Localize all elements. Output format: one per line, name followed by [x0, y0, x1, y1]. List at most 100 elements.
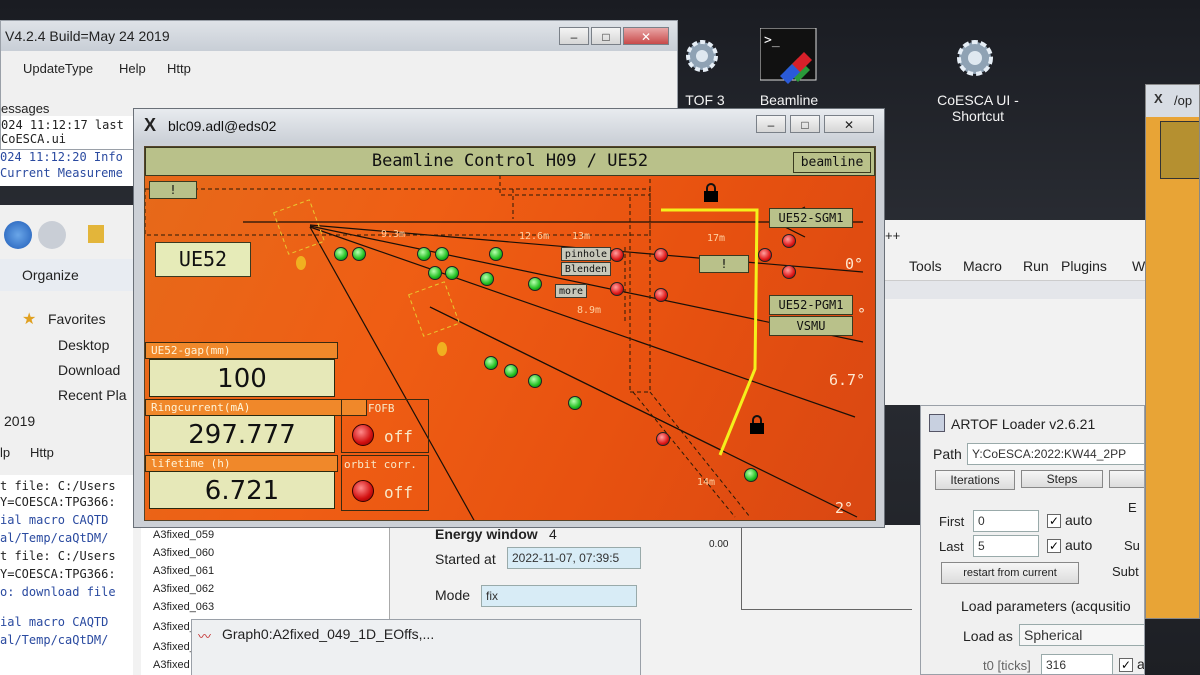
green-status-led[interactable]	[568, 396, 582, 410]
green-status-led[interactable]	[489, 247, 503, 261]
lock-icon[interactable]	[749, 415, 765, 435]
list-item[interactable]: A3fixed	[153, 659, 190, 671]
terminal-icon[interactable]: >_	[759, 27, 820, 88]
red-status-led[interactable]	[656, 432, 670, 446]
red-status-led[interactable]	[610, 282, 624, 296]
mode-field[interactable]: fix	[481, 585, 637, 607]
sgm1-button[interactable]: UE52-SGM1	[769, 208, 853, 228]
nav-downloads[interactable]: Download	[58, 362, 120, 378]
menu-help[interactable]: Help	[119, 61, 146, 76]
menu-plugins[interactable]: Plugins	[1061, 258, 1107, 274]
gap-label: UE52-gap(mm)	[151, 344, 231, 357]
menu-tools[interactable]: Tools	[909, 258, 942, 274]
tof-gear-icon[interactable]	[682, 36, 742, 96]
back-nav-button[interactable]	[4, 221, 32, 249]
vsmu-button[interactable]: VSMU	[769, 316, 853, 336]
distance-label: 9.3m	[381, 229, 406, 240]
organize-button[interactable]: Organize	[22, 267, 79, 283]
restart-from-current-button[interactable]: restart from current	[941, 562, 1079, 584]
first-spinbox[interactable]: 0	[973, 510, 1039, 532]
menu-http[interactable]: Http	[30, 445, 54, 460]
green-status-led[interactable]	[504, 364, 518, 378]
red-status-led[interactable]	[610, 248, 624, 262]
last-auto-checkbox[interactable]: ✓	[1047, 539, 1061, 553]
path-field[interactable]: Y:CoESCA:2022:KW44_2PP	[967, 443, 1144, 465]
beamline-menu-label: beamline	[800, 155, 864, 170]
minimize-button[interactable]: –	[756, 115, 786, 133]
more-button[interactable]: more	[555, 284, 587, 298]
menu-run[interactable]: Run	[1023, 258, 1049, 274]
list-item[interactable]: A3fixed_062	[153, 583, 214, 595]
nav-favorites[interactable]: Favorites	[48, 311, 106, 327]
green-status-led[interactable]	[435, 247, 449, 261]
desktop-icon-label: CoESCA UI - Shortcut	[937, 92, 1019, 124]
lifetime-label-strip: lifetime (h)	[145, 455, 338, 472]
tab-iterations[interactable]: Iterations	[935, 470, 1015, 490]
far-right-panel	[1160, 121, 1199, 179]
minimize-button[interactable]: –	[559, 27, 589, 45]
list-item[interactable]: A3fixed_	[153, 641, 196, 653]
green-status-led[interactable]	[417, 247, 431, 261]
menu-updatetype[interactable]: UpdateType	[23, 61, 93, 76]
green-status-led[interactable]	[744, 468, 758, 482]
green-status-led[interactable]	[428, 266, 442, 280]
menu-macro[interactable]: Macro	[963, 258, 1002, 274]
close-button[interactable]: ✕	[824, 115, 874, 133]
red-status-led[interactable]	[758, 248, 772, 262]
lock-icon[interactable]	[703, 183, 719, 203]
lower-log: t file: C:/Users Y=COESCA:TPG366: ial ma…	[0, 475, 133, 675]
ue52-source-button[interactable]: UE52	[155, 242, 251, 277]
coesca-gear-icon[interactable]	[950, 36, 1010, 96]
pinhole-label: pinhole	[564, 249, 608, 260]
beamline-menu-button[interactable]: beamline	[793, 152, 871, 173]
nav-recent[interactable]: Recent Pla	[58, 387, 126, 403]
pinhole-button[interactable]: pinhole	[561, 247, 611, 261]
list-item[interactable]: A3fixed_059	[153, 529, 214, 541]
menu-http[interactable]: Http	[167, 61, 191, 76]
list-item[interactable]: A3fixed_063	[153, 601, 214, 613]
green-status-led[interactable]	[445, 266, 459, 280]
mirror-alert-button[interactable]: !	[699, 255, 749, 273]
t0-spinbox[interactable]: 316	[1041, 654, 1113, 674]
first-value: 0	[978, 514, 985, 528]
log-line: t file: C:/Users	[0, 549, 116, 563]
menu-extra[interactable]: ++	[885, 228, 900, 243]
center-bottom-window: A3fixed_059 A3fixed_060 A3fixed_061 A3fi…	[133, 525, 920, 675]
green-status-led[interactable]	[484, 356, 498, 370]
tab-extra[interactable]	[1109, 470, 1144, 488]
list-item[interactable]: A3fixed_061	[153, 565, 214, 577]
beamline-header-bar: Beamline Control H09 / UE52	[145, 147, 875, 176]
blenden-label: Blenden	[564, 264, 608, 275]
orbit-status-led[interactable]	[352, 480, 374, 502]
pgm1-button[interactable]: UE52-PGM1	[769, 295, 853, 315]
first-auto-checkbox[interactable]: ✓	[1047, 514, 1061, 528]
fofb-status-led[interactable]	[352, 424, 374, 446]
green-status-led[interactable]	[352, 247, 366, 261]
list-item[interactable]: A3fixed_060	[153, 547, 214, 559]
green-status-led[interactable]	[528, 374, 542, 388]
energy-window-value: 4	[549, 526, 557, 542]
alert-button[interactable]: !	[149, 181, 197, 199]
maximize-button[interactable]: □	[591, 27, 621, 45]
orbit-label: orbit corr.	[344, 458, 417, 471]
tab-steps[interactable]: Steps	[1021, 470, 1103, 488]
green-status-led[interactable]	[334, 247, 348, 261]
menu-window[interactable]: W	[1132, 258, 1145, 274]
blenden-button[interactable]: Blenden	[561, 262, 611, 276]
last-spinbox[interactable]: 5	[973, 535, 1039, 557]
menu-help[interactable]: lp	[0, 445, 10, 460]
red-status-led[interactable]	[654, 288, 668, 302]
red-status-led[interactable]	[654, 248, 668, 262]
red-status-led[interactable]	[782, 234, 796, 248]
green-status-led[interactable]	[528, 277, 542, 291]
t0-auto-checkbox[interactable]: ✓	[1119, 658, 1133, 672]
maximize-button[interactable]: □	[790, 115, 820, 133]
list-item[interactable]: A3fixed_	[153, 621, 196, 633]
green-status-led[interactable]	[480, 272, 494, 286]
load-as-select[interactable]: Spherical	[1019, 624, 1144, 646]
close-button[interactable]: ✕	[623, 27, 669, 45]
red-status-led[interactable]	[782, 265, 796, 279]
nav-desktop[interactable]: Desktop	[58, 337, 109, 353]
forward-nav-button[interactable]	[38, 221, 66, 249]
side-su[interactable]: Su	[1124, 538, 1140, 553]
